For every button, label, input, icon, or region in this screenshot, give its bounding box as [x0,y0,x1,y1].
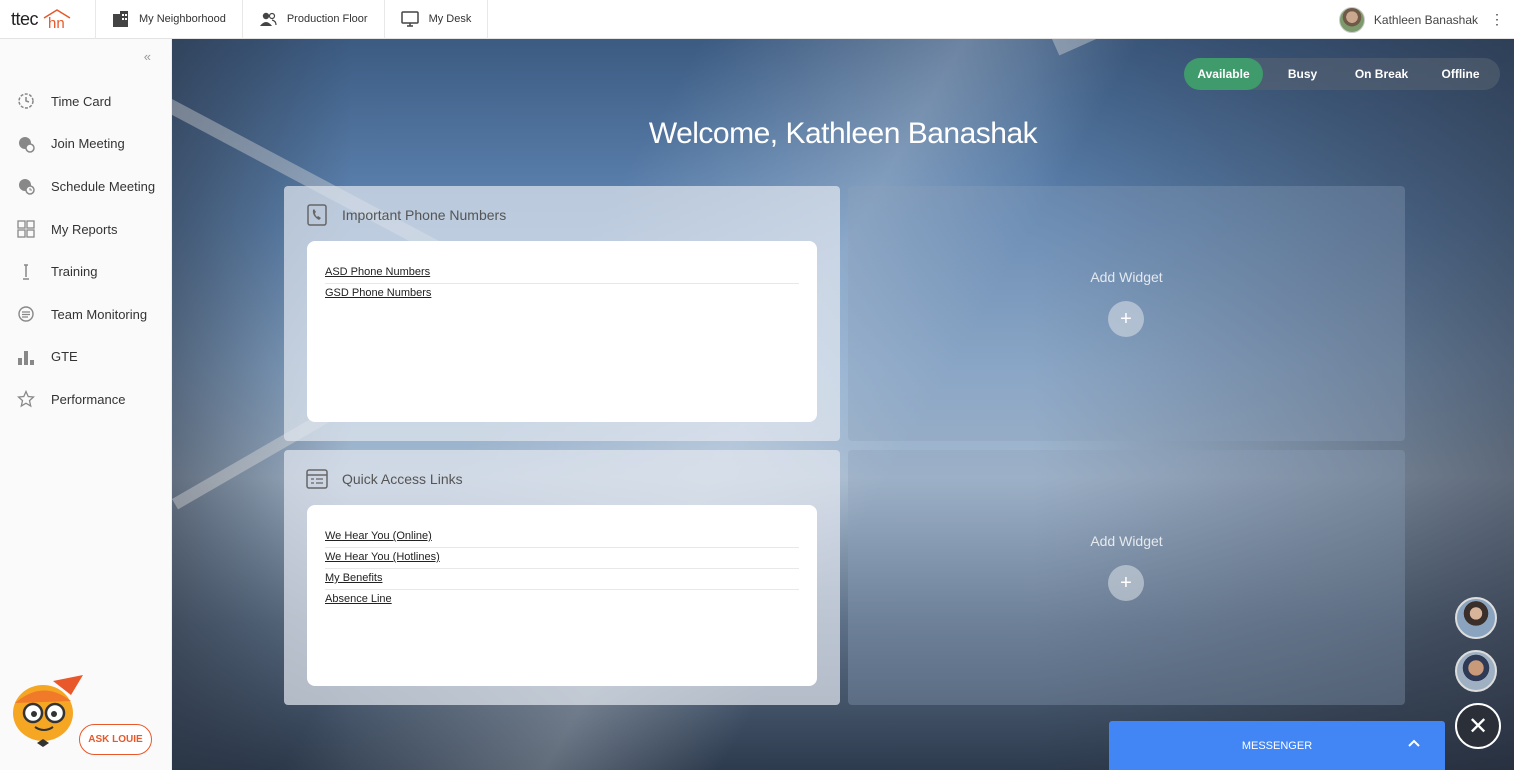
sidebar-item-time-card[interactable]: Time Card [0,80,172,123]
widget-title: Important Phone Numbers [342,207,507,223]
chevron-up-icon[interactable] [1407,735,1421,751]
nav-production-floor[interactable]: Production Floor [243,0,385,39]
link-my-benefits[interactable]: My Benefits [325,569,799,590]
chat-contact-avatar[interactable] [1455,650,1497,692]
sidebar-item-team-monitoring[interactable]: Team Monitoring [0,293,172,336]
svg-text:hn: hn [48,15,65,30]
ask-louie-button[interactable]: ASK LOUIE [79,724,152,755]
sidebar-item-performance[interactable]: Performance [0,378,172,421]
logo-text: ttec [11,8,39,29]
building-icon [113,11,128,27]
status-available[interactable]: Available [1184,58,1263,90]
quick-access-links-widget: Quick Access Links We Hear You (Online) … [284,450,840,705]
link-we-hear-you-hotlines[interactable]: We Hear You (Hotlines) [325,548,799,569]
kebab-icon[interactable]: ⋮ [1490,11,1504,28]
top-bar: ttec hn My Neighborhood Production Floor… [0,0,1514,39]
sidebar-item-label: GTE [51,349,78,365]
sidebar-item-label: My Reports [51,221,118,237]
add-widget-button[interactable]: + [1108,565,1144,601]
add-widget-slot-2: Add Widget + [848,450,1405,705]
sidebar-item-join-meeting[interactable]: Join Meeting [0,123,172,166]
user-menu[interactable]: Kathleen Banashak ⋮ [1338,0,1504,39]
close-icon[interactable]: ✕ [1455,703,1501,749]
monitor-icon [400,11,419,27]
add-widget-button[interactable]: + [1108,301,1144,337]
sidebar-item-schedule-meeting[interactable]: Schedule Meeting [0,165,172,208]
add-widget-slot-1: Add Widget + [848,186,1405,441]
add-widget-label: Add Widget [1090,533,1163,549]
nav-my-neighborhood[interactable]: My Neighborhood [96,0,243,39]
messenger-label: MESSENGER [1241,739,1313,752]
star-icon [17,390,35,408]
monitoring-icon [17,305,35,323]
meeting-schedule-icon [17,177,35,196]
link-absence-line[interactable]: Absence Line [325,590,799,610]
grid-icon [17,220,35,238]
avatar[interactable] [1338,6,1365,33]
phone-numbers-widget: Important Phone Numbers ASD Phone Number… [284,186,840,441]
link-asd-phone-numbers[interactable]: ASD Phone Numbers [325,263,799,284]
sidebar-menu: Time Card Join Meeting Schedule Meeting … [0,80,172,421]
sidebar-item-label: Training [51,264,98,280]
main-area: Available Busy On Break Offline Welcome,… [172,39,1514,770]
welcome-heading: Welcome, Kathleen Banashak [648,117,1038,150]
link-we-hear-you-online[interactable]: We Hear You (Online) [325,527,799,548]
widget-body: ASD Phone Numbers GSD Phone Numbers [307,241,817,422]
status-offline[interactable]: Offline [1421,58,1500,90]
louie-mascot-icon[interactable] [5,673,87,755]
training-icon [17,263,35,281]
widget-title: Quick Access Links [342,471,463,487]
phone-book-icon [307,204,327,226]
nav-label: My Desk [428,13,472,25]
widget-header: Quick Access Links [306,468,463,490]
home-logo-icon: hn [42,8,72,30]
meeting-join-icon [17,135,35,153]
widget-body: We Hear You (Online) We Hear You (Hotlin… [307,505,817,686]
collapse-sidebar-icon[interactable]: « [144,49,151,64]
nav-my-desk[interactable]: My Desk [385,0,489,39]
links-list-icon [306,469,328,489]
sidebar-item-label: Join Meeting [51,136,125,152]
status-busy[interactable]: Busy [1263,58,1342,90]
sidebar-item-label: Schedule Meeting [51,178,156,194]
sidebar-item-label: Performance [51,391,126,407]
messenger-bar[interactable]: MESSENGER [1109,721,1445,770]
sidebar-item-label: Time Card [51,93,112,109]
people-icon [259,12,277,26]
bar-chart-icon [17,348,35,366]
sidebar-item-training[interactable]: Training [0,250,172,293]
nav-label: Production Floor [286,13,368,25]
sidebar-item-gte[interactable]: GTE [0,336,172,379]
sidebar-item-label: Team Monitoring [51,306,148,322]
widget-header: Important Phone Numbers [306,204,506,226]
sidebar-item-my-reports[interactable]: My Reports [0,208,172,251]
add-widget-label: Add Widget [1090,269,1163,285]
ttec-hn-logo[interactable]: ttec hn [0,0,96,39]
nav-label: My Neighborhood [139,13,226,25]
status-selector: Available Busy On Break Offline [1184,58,1500,90]
user-name: Kathleen Banashak [1373,12,1478,27]
status-on-break[interactable]: On Break [1342,58,1421,90]
sidebar: « Time Card Join Meeting Schedule Meetin… [0,39,172,770]
chat-contact-avatar[interactable] [1455,597,1497,639]
link-gsd-phone-numbers[interactable]: GSD Phone Numbers [325,284,799,304]
clock-icon [17,92,35,110]
